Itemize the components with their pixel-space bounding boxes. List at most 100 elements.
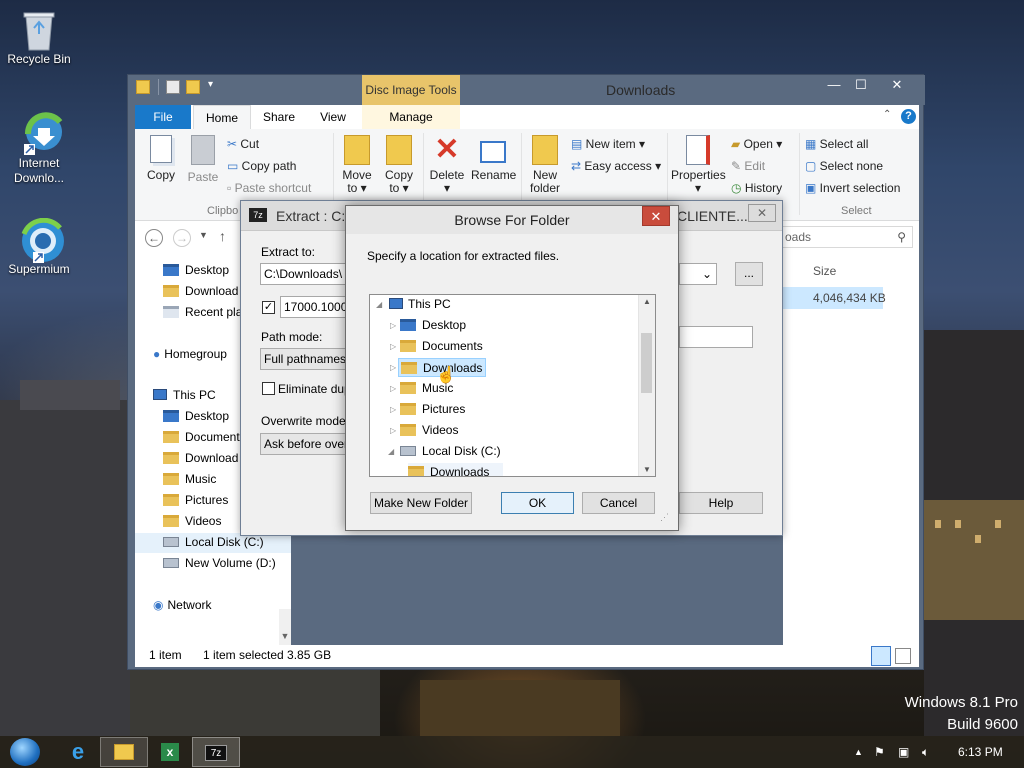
- tree-scrollbar[interactable]: ▲ ▼: [638, 295, 655, 476]
- customize-quick-access-icon[interactable]: ▾: [208, 79, 213, 90]
- resize-grip-icon[interactable]: ⋰: [660, 512, 669, 523]
- tree-node-pictures[interactable]: Pictures: [400, 400, 465, 419]
- paste-shortcut-button[interactable]: ▫ Paste shortcut: [227, 181, 311, 195]
- nav-item-downloads-quick[interactable]: Download: [163, 284, 238, 298]
- invert-selection-button[interactable]: ▣ Invert selection: [805, 181, 900, 195]
- expanded-triangle-icon[interactable]: ◢: [388, 442, 398, 461]
- delete-button[interactable]: ✕ Delete ▾: [427, 135, 467, 195]
- tab-share[interactable]: Share: [253, 105, 305, 129]
- column-header-size[interactable]: Size: [813, 264, 836, 278]
- nav-item-documents[interactable]: Document: [163, 430, 240, 444]
- nav-item-pictures[interactable]: Pictures: [163, 493, 228, 507]
- collapsed-triangle-icon[interactable]: ▷: [390, 316, 400, 335]
- rename-button[interactable]: Rename: [471, 135, 516, 182]
- nav-item-local-disk-c[interactable]: Local Disk (C:): [163, 535, 264, 549]
- start-button[interactable]: [2, 737, 46, 767]
- copy-button[interactable]: Copy: [141, 135, 181, 182]
- new-folder-quick-icon[interactable]: [186, 80, 200, 94]
- details-view-icon[interactable]: [871, 646, 891, 666]
- close-icon[interactable]: ✕: [748, 204, 776, 222]
- password-input[interactable]: [679, 326, 753, 348]
- nav-item-pc-desktop[interactable]: Desktop: [163, 409, 229, 423]
- nav-item-network[interactable]: ◉ Network: [153, 598, 212, 612]
- properties-quick-icon[interactable]: [166, 80, 180, 94]
- collapsed-triangle-icon[interactable]: ▷: [390, 421, 400, 440]
- desktop-icon-supermium[interactable]: Supermium: [1, 217, 77, 277]
- open-button[interactable]: ▰ Open ▾: [731, 137, 782, 151]
- subfolder-input[interactable]: 17000.1000.: [280, 296, 346, 318]
- copy-to-button[interactable]: Copy to ▾: [381, 135, 417, 195]
- path-mode-select[interactable]: Full pathnames: [260, 348, 346, 370]
- properties-button[interactable]: Properties ▾: [671, 135, 726, 195]
- new-item-button[interactable]: ▤ New item ▾: [571, 137, 645, 151]
- tab-file[interactable]: File: [135, 105, 191, 129]
- cancel-button[interactable]: Cancel: [582, 492, 655, 514]
- extract-to-dropdown[interactable]: ⌄: [679, 263, 717, 285]
- nav-item-new-volume-d[interactable]: New Volume (D:): [163, 556, 276, 570]
- search-input[interactable]: oads ⚲: [778, 226, 913, 248]
- tree-node-this-pc[interactable]: This PC: [389, 295, 451, 314]
- taskbar-internet-explorer[interactable]: e: [54, 737, 102, 767]
- select-all-button[interactable]: ▦ Select all: [805, 137, 868, 151]
- nav-item-desktop[interactable]: Desktop: [163, 263, 229, 277]
- action-center-flag-icon[interactable]: ⚑: [874, 745, 885, 759]
- taskbar-7zip[interactable]: 7z: [192, 737, 240, 767]
- collapsed-triangle-icon[interactable]: ▷: [390, 379, 400, 398]
- tree-node-local-disk-c[interactable]: Local Disk (C:): [400, 442, 501, 461]
- select-none-button[interactable]: ▢ Select none: [805, 159, 883, 173]
- tab-manage[interactable]: Manage: [362, 105, 460, 129]
- scroll-down-icon[interactable]: ▼: [279, 631, 291, 641]
- close-icon[interactable]: ✕: [642, 206, 670, 226]
- recent-locations-icon[interactable]: ▼: [199, 230, 208, 240]
- history-button[interactable]: ◷ History: [731, 181, 782, 195]
- edit-button[interactable]: ✎ Edit: [731, 159, 765, 173]
- tree-node-c-downloads[interactable]: Downloads: [408, 463, 504, 476]
- tab-home[interactable]: Home: [193, 105, 251, 129]
- show-hidden-icons-icon[interactable]: ▲: [854, 747, 863, 757]
- subfolder-checkbox[interactable]: ✓: [262, 301, 275, 314]
- browse-titlebar[interactable]: Browse For Folder ✕: [346, 206, 678, 234]
- nav-item-this-pc[interactable]: This PC: [153, 388, 216, 402]
- forward-arrow-icon[interactable]: →: [173, 229, 191, 247]
- nav-item-homegroup[interactable]: ● Homegroup: [153, 347, 227, 361]
- network-icon[interactable]: ▣: [898, 745, 909, 759]
- copy-path-button[interactable]: ▭ Copy path: [227, 159, 296, 173]
- paste-button[interactable]: Paste: [183, 135, 223, 184]
- nav-item-downloads[interactable]: Download: [163, 451, 238, 465]
- taskbar-file-explorer[interactable]: [100, 737, 148, 767]
- maximize-icon[interactable]: ☐: [848, 75, 874, 96]
- scroll-up-icon[interactable]: ▲: [639, 297, 655, 306]
- explorer-titlebar[interactable]: ▾ Disc Image Tools Downloads — ☐ ✕: [128, 75, 925, 105]
- scroll-down-icon[interactable]: ▼: [639, 465, 655, 474]
- expanded-triangle-icon[interactable]: ◢: [376, 295, 386, 314]
- help-icon[interactable]: ?: [901, 109, 916, 124]
- large-icons-view-icon[interactable]: [895, 648, 911, 664]
- close-icon[interactable]: ✕: [876, 75, 918, 96]
- new-folder-button[interactable]: New folder: [525, 135, 565, 195]
- desktop-icon-internet-download-manager[interactable]: Internet Downlo...: [1, 112, 77, 186]
- nav-scrollbar[interactable]: ▼: [279, 609, 291, 645]
- cut-button[interactable]: ✂ Cut: [227, 137, 259, 151]
- help-button[interactable]: Help: [679, 492, 763, 514]
- tab-view[interactable]: View: [307, 105, 359, 129]
- minimize-icon[interactable]: —: [821, 75, 847, 96]
- nav-item-videos[interactable]: Videos: [163, 514, 221, 528]
- nav-item-music[interactable]: Music: [163, 472, 216, 486]
- tree-node-music[interactable]: Music: [400, 379, 453, 398]
- clock[interactable]: 6:13 PM: [958, 745, 1003, 759]
- collapsed-triangle-icon[interactable]: ▷: [390, 337, 400, 356]
- overwrite-mode-select[interactable]: Ask before overw: [260, 433, 346, 455]
- move-to-button[interactable]: Move to ▾: [339, 135, 375, 195]
- tree-node-desktop[interactable]: Desktop: [400, 316, 466, 335]
- collapse-ribbon-icon[interactable]: ⌃: [883, 109, 891, 120]
- extract-browse-button[interactable]: ...: [735, 262, 763, 286]
- eliminate-duplicates-checkbox[interactable]: [262, 382, 275, 395]
- desktop-icon-recycle-bin[interactable]: Recycle Bin: [1, 8, 77, 67]
- extract-to-input[interactable]: C:\Downloads\: [260, 263, 350, 285]
- tree-node-videos[interactable]: Videos: [400, 421, 458, 440]
- scrollbar-thumb[interactable]: [641, 333, 652, 393]
- easy-access-button[interactable]: ⇄ Easy access ▾: [571, 159, 661, 173]
- ok-button[interactable]: OK: [501, 492, 574, 514]
- tree-node-documents[interactable]: Documents: [400, 337, 483, 356]
- back-arrow-icon[interactable]: ←: [145, 229, 163, 247]
